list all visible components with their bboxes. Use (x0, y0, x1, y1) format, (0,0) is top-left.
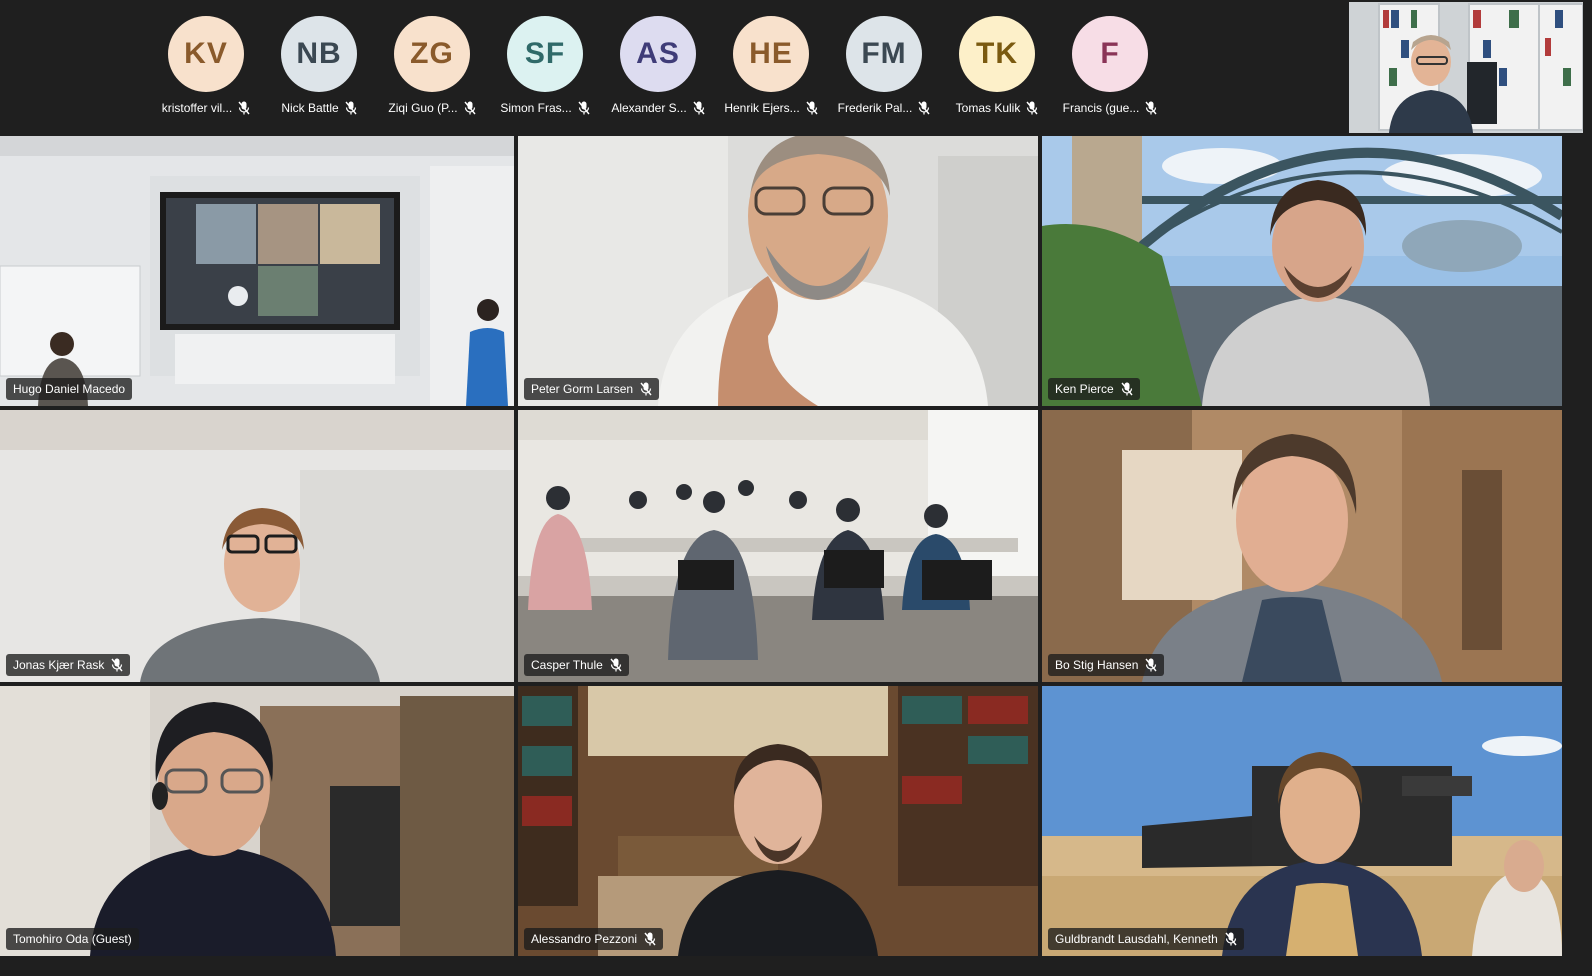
participant-avatar-as[interactable]: AS Alexander S... (605, 16, 711, 126)
video-feed (518, 136, 1038, 406)
participant-name: Peter Gorm Larsen (531, 382, 634, 396)
video-tile-jonas-kjaer-rask[interactable]: Jonas Kjær Rask (0, 410, 514, 682)
participant-label: Francis (gue... (1057, 100, 1163, 116)
participant-avatar-he[interactable]: HE Henrik Ejers... (718, 16, 824, 126)
avatar: AS (620, 16, 696, 92)
avatar: HE (733, 16, 809, 92)
mic-off-icon (111, 658, 123, 672)
mic-off-icon (1121, 382, 1133, 396)
mic-off-icon (640, 382, 652, 396)
participant-name-tag: Guldbrandt Lausdahl, Kenneth (1048, 928, 1244, 950)
participant-name: Frederik Pal... (837, 101, 913, 115)
mic-off-icon (345, 101, 357, 115)
video-feed (1042, 136, 1562, 406)
video-tile-guldbrandt-lausdahl-kenneth[interactable]: Guldbrandt Lausdahl, Kenneth (1042, 686, 1562, 956)
mic-off-icon (578, 101, 590, 115)
participant-name-tag: Hugo Daniel Macedo (6, 378, 133, 400)
participant-label: Simon Fras... (492, 100, 598, 116)
avatar: FM (846, 16, 922, 92)
participant-label: Henrik Ejers... (718, 100, 824, 116)
mic-off-icon (1026, 101, 1038, 115)
video-tile-tomohiro-oda[interactable]: Tomohiro Oda (Guest) (0, 686, 514, 956)
participant-avatar-fm[interactable]: FM Frederik Pal... (831, 16, 937, 126)
participant-label: Nick Battle (266, 100, 372, 116)
participant-name: Simon Fras... (500, 101, 572, 115)
mic-off-icon (806, 101, 818, 115)
participant-name: Ziqi Guo (P... (388, 101, 458, 115)
avatar: ZG (394, 16, 470, 92)
video-tile-casper-thule[interactable]: Casper Thule (518, 410, 1038, 682)
avatar: NB (281, 16, 357, 92)
video-feed (518, 686, 1038, 956)
participant-name: Tomas Kulik (955, 101, 1021, 115)
mic-off-icon (918, 101, 930, 115)
video-tile-peter-gorm-larsen[interactable]: Peter Gorm Larsen (518, 136, 1038, 406)
video-tile-ken-pierce[interactable]: Ken Pierce (1042, 136, 1562, 406)
participant-label: kristoffer vil... (153, 100, 259, 116)
mic-off-icon (238, 101, 250, 115)
participant-name: Jonas Kjær Rask (13, 658, 105, 672)
self-view-image (1349, 2, 1583, 133)
participant-name-tag: Tomohiro Oda (Guest) (6, 928, 139, 950)
participant-avatar-zg[interactable]: ZG Ziqi Guo (P... (379, 16, 485, 126)
participant-avatar-sf[interactable]: SF Simon Fras... (492, 16, 598, 126)
participant-avatar-f[interactable]: F Francis (gue... (1057, 16, 1163, 126)
mic-off-icon (610, 658, 622, 672)
participant-name: Bo Stig Hansen (1055, 658, 1139, 672)
video-tile-hugo-daniel-macedo[interactable]: Hugo Daniel Macedo (0, 136, 514, 406)
avatar: F (1072, 16, 1148, 92)
participant-name-tag: Jonas Kjær Rask (6, 654, 131, 676)
avatar: KV (168, 16, 244, 92)
mic-off-icon (464, 101, 476, 115)
participant-name-tag: Peter Gorm Larsen (524, 378, 660, 400)
participant-name-tag: Bo Stig Hansen (1048, 654, 1165, 676)
video-feed (1042, 410, 1562, 682)
video-feed (0, 686, 514, 956)
avatar: TK (959, 16, 1035, 92)
mic-off-icon (693, 101, 705, 115)
mic-off-icon (644, 932, 656, 946)
participant-avatar-nb[interactable]: NB Nick Battle (266, 16, 372, 126)
participant-label: Ziqi Guo (P... (379, 100, 485, 116)
participant-name: kristoffer vil... (161, 101, 233, 115)
participant-name: Hugo Daniel Macedo (13, 382, 126, 396)
participant-name: Casper Thule (531, 658, 603, 672)
participant-name: Tomohiro Oda (Guest) (13, 932, 132, 946)
participant-label: Frederik Pal... (831, 100, 937, 116)
video-feed (518, 410, 1038, 682)
participant-name: Francis (gue... (1062, 101, 1140, 115)
participant-name: Alexander S... (611, 101, 687, 115)
video-tile-alessandro-pezzoni[interactable]: Alessandro Pezzoni (518, 686, 1038, 956)
video-feed (0, 410, 514, 682)
video-tile-bo-stig-hansen[interactable]: Bo Stig Hansen (1042, 410, 1562, 682)
participant-name: Henrik Ejers... (724, 101, 800, 115)
video-feed (1042, 686, 1562, 956)
participant-name: Nick Battle (281, 101, 339, 115)
participant-name: Alessandro Pezzoni (531, 932, 638, 946)
mic-off-icon (1145, 101, 1157, 115)
participant-label: Alexander S... (605, 100, 711, 116)
participant-name: Ken Pierce (1055, 382, 1114, 396)
video-feed (0, 136, 514, 406)
participant-avatar-tk[interactable]: TK Tomas Kulik (944, 16, 1050, 126)
participant-name-tag: Alessandro Pezzoni (524, 928, 664, 950)
participant-name-tag: Ken Pierce (1048, 378, 1140, 400)
participant-strip: KV kristoffer vil... NB Nick Battle ZG Z… (0, 0, 1592, 136)
mic-off-icon (1145, 658, 1157, 672)
participant-avatar-kv[interactable]: KV kristoffer vil... (153, 16, 259, 126)
mic-off-icon (1225, 932, 1237, 946)
participant-label: Tomas Kulik (944, 100, 1050, 116)
avatar: SF (507, 16, 583, 92)
participant-name: Guldbrandt Lausdahl, Kenneth (1055, 932, 1218, 946)
participant-name-tag: Casper Thule (524, 654, 629, 676)
self-view-video[interactable] (1349, 2, 1583, 133)
